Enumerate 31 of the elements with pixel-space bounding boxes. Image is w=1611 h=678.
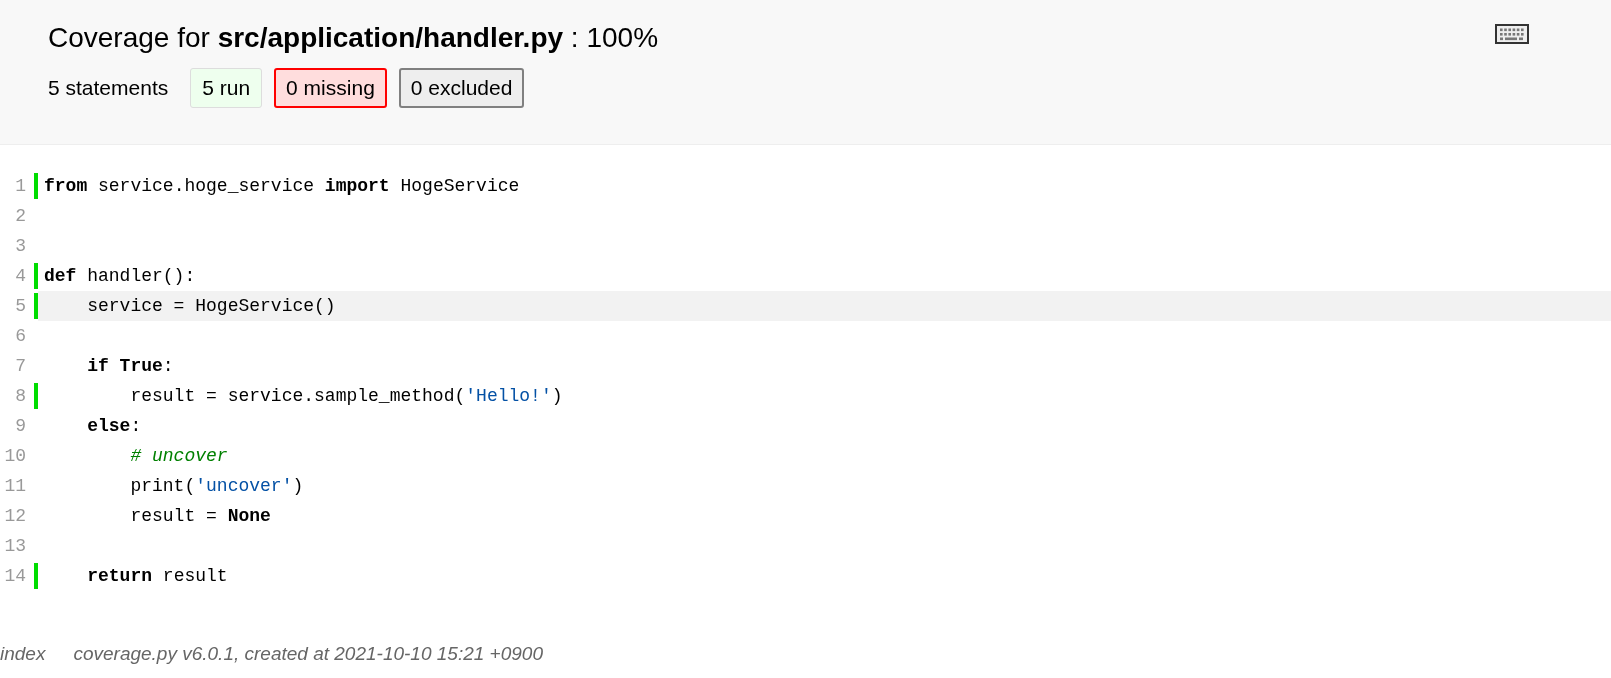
filter-toggle[interactable]: 5 run	[190, 68, 263, 108]
line-number: 6	[14, 325, 27, 348]
line-number: 8	[14, 385, 27, 408]
line-number: 10	[3, 445, 27, 468]
code-line: from service.hoge_service import HogeService	[43, 175, 521, 198]
code-line: return result	[86, 565, 229, 588]
line-number: 5	[14, 295, 27, 318]
filter-toggle[interactable]: 0 excluded	[398, 68, 525, 108]
code-line: # uncover	[129, 445, 229, 468]
line-number: 13	[3, 535, 27, 558]
page-title: Coverage for src/application/handler.py : 100%	[48, 22, 659, 54]
code-line: result = None	[129, 505, 272, 528]
line-number: 9	[14, 415, 27, 438]
line-number: 12	[3, 505, 27, 528]
line-number: 11	[3, 475, 27, 498]
filter-toggle[interactable]: 0 missing	[274, 68, 387, 108]
line-number: 3	[14, 235, 27, 258]
code-line: result = service.sample_method('Hello!')	[129, 385, 564, 408]
created-info: coverage.py v6.0.1, created at 2021-10-10 15:21 +0900	[73, 643, 543, 665]
line-number: 14	[3, 565, 27, 588]
code-line: def handler():	[43, 265, 197, 288]
line-number: 2	[14, 205, 27, 228]
code-line: print('uncover')	[129, 475, 305, 498]
code-line: if True:	[86, 355, 175, 378]
line-number: 1	[14, 175, 27, 198]
line-number: 4	[14, 265, 27, 288]
line-number: 7	[14, 355, 27, 378]
index-link[interactable]: index	[0, 643, 46, 665]
statement-count: 5 statements	[48, 76, 169, 100]
code-line: else:	[86, 415, 143, 438]
keyboard-icon[interactable]	[1495, 24, 1529, 44]
